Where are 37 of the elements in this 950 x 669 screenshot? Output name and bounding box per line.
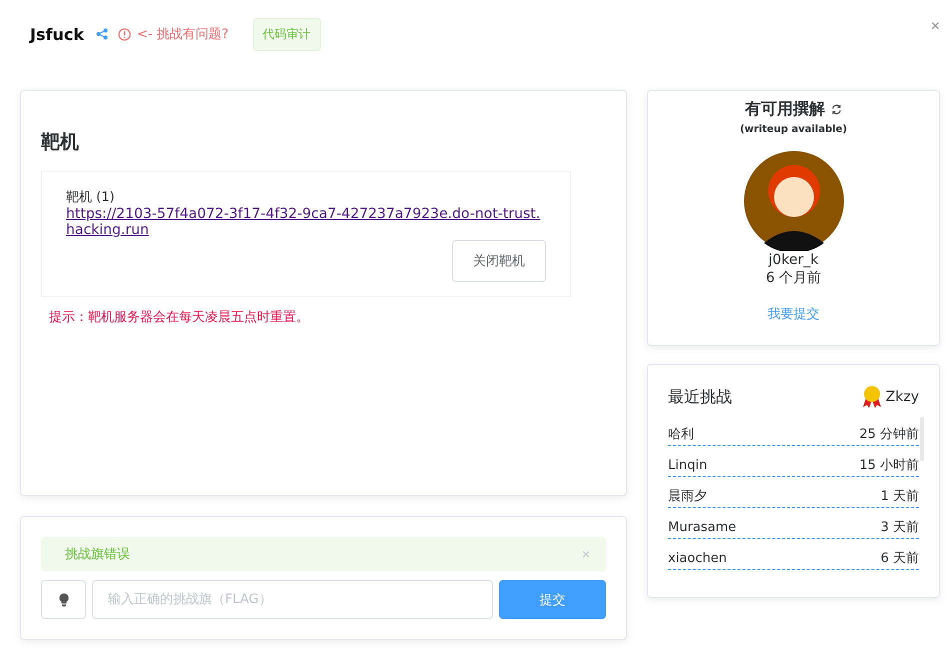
user-name: Murasame <box>668 519 736 537</box>
solve-time: 3 天前 <box>880 519 919 537</box>
medal-icon <box>862 385 882 409</box>
submit-writeup-link[interactable]: 我要提交 <box>768 305 820 323</box>
target-url-link[interactable]: https://2103-57f4a072-3f17-4f32-9ca7-427237a7923e.do-not-trust.hacking.run <box>66 206 546 238</box>
close-button[interactable]: × <box>930 18 940 36</box>
share-icon[interactable] <box>96 28 108 40</box>
writeup-time: 6 个月前 <box>766 269 822 287</box>
solve-time: 1 天前 <box>880 488 919 506</box>
challenge-title: Jsfuck <box>30 24 84 44</box>
refresh-icon[interactable] <box>831 104 842 115</box>
report-problem-link[interactable]: <- 挑战有问题? <box>118 25 229 43</box>
category-tag: 代码审计 <box>252 18 321 50</box>
user-name: xiaochen <box>668 550 727 568</box>
user-name: 哈利 <box>668 426 694 444</box>
top-user: Zkzy <box>886 389 919 405</box>
submit-button[interactable]: 提交 <box>499 580 606 619</box>
solve-time: 15 小时前 <box>859 457 919 475</box>
section-heading: 靶机 <box>41 130 80 155</box>
alert-close-button[interactable]: × <box>582 546 590 562</box>
user-name: Linqin <box>668 457 708 475</box>
solve-time: 6 天前 <box>880 550 919 568</box>
alert-text: 挑战旗错误 <box>65 546 130 563</box>
close-target-button[interactable]: 关闭靶机 <box>452 240 546 282</box>
avatar-icon <box>744 151 844 251</box>
recent-title: 最近挑战 <box>668 386 732 408</box>
user-name: 晨雨夕 <box>668 488 707 506</box>
reset-hint: 提示：靶机服务器会在每天凌晨五点时重置。 <box>48 309 310 326</box>
author-name: j0ker_k <box>768 251 818 269</box>
lightbulb-icon <box>58 592 68 606</box>
target-label: 靶机 (1) <box>66 189 116 206</box>
writeup-title: 有可用撰解 <box>745 99 825 120</box>
writeup-subtitle: (writeup available) <box>740 124 848 135</box>
warning-icon <box>118 28 131 40</box>
hint-button[interactable] <box>41 580 86 619</box>
flag-input[interactable]: 输入正确的挑战旗（FLAG） <box>92 580 493 619</box>
solve-time: 25 分钟前 <box>859 426 919 444</box>
